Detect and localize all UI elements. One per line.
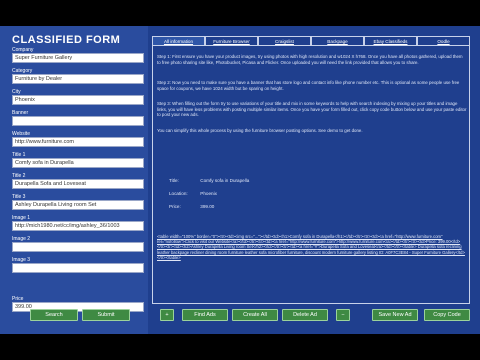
preview-title: Title: Comfy sofa in Durapella (169, 178, 249, 183)
tab-bar: All information Furniture Browser Craigs… (152, 36, 470, 46)
city-field: City Phoenix (12, 89, 144, 105)
form-panel: CLASSIFIED FORM Company Super Furniture … (0, 26, 148, 334)
step2-text: Step 2: Now you need to make sure you ha… (157, 80, 460, 91)
image1-field: Image 1 http://mich1980.net/cc/img/ashle… (12, 215, 144, 231)
website-input[interactable]: http://www.furniture.com (12, 137, 144, 147)
preview-title-value: Comfy sofa in Durapella (200, 178, 250, 183)
tab-backpage[interactable]: Backpage (311, 36, 364, 45)
preview-location-value: Phoenix (200, 191, 217, 196)
title2-input[interactable]: Durapella Sofa and Loveseat (12, 179, 144, 189)
preview-price-value: 399.00 (200, 204, 215, 209)
tip-text: You can simplify this whole process by u… (157, 128, 363, 133)
preview-price: Price: 399.00 (169, 204, 214, 209)
tab-all-information[interactable]: All information (152, 36, 205, 45)
title2-field: Title 2 Durapella Sofa and Loveseat (12, 173, 144, 189)
app-window: CLASSIFIED FORM Company Super Furniture … (0, 26, 480, 334)
category-input[interactable]: Furniture by Dealer (12, 74, 144, 84)
save-new-ad-button[interactable]: Save New Ad (372, 309, 418, 321)
find-ads-button[interactable]: Find Ads (182, 309, 228, 321)
search-button[interactable]: Search (30, 309, 78, 321)
website-field: Website http://www.furniture.com (12, 131, 144, 147)
preview-title-label: Title: (169, 178, 179, 183)
image1-input[interactable]: http://mich1980.net/cc/img/ashley_36/100… (12, 221, 144, 231)
tab-content: Step 1: First ensure you have your produ… (152, 46, 470, 304)
company-field: Company Super Furniture Gallery (12, 47, 144, 63)
tab-craigslist[interactable]: Craigslist (258, 36, 311, 45)
copy-code-button[interactable]: Copy Code (424, 309, 470, 321)
title1-input[interactable]: Comfy sofa in Durapella (12, 158, 144, 168)
tab-ebay-classifieds[interactable]: Ebay Classifieds (364, 36, 417, 45)
step1-text: Step 1: First ensure you have your produ… (157, 54, 463, 65)
tab-oodle[interactable]: Oodle (417, 36, 470, 45)
company-input[interactable]: Super Furniture Gallery (12, 53, 144, 63)
image2-input[interactable] (12, 242, 144, 252)
category-field: Category Furniture by Dealer (12, 68, 144, 84)
remove-record-button[interactable]: − (336, 309, 350, 321)
generated-code[interactable]: <table width="100%" border="0"><tr><td><… (157, 234, 467, 260)
preview-location-label: Location: (169, 191, 188, 196)
tab-furniture-browser[interactable]: Furniture Browser (205, 36, 258, 45)
create-all-button[interactable]: Create All (232, 309, 278, 321)
step3-text: Step 3: When filling out the form try to… (157, 101, 467, 118)
title1-field: Title 1 Comfy sofa in Durapella (12, 152, 144, 168)
title3-input[interactable]: Ashley Durapella Living room Set (12, 200, 144, 210)
preview-price-label: Price: (169, 204, 181, 209)
image3-field: Image 3 (12, 257, 144, 273)
output-panel: All information Furniture Browser Craigs… (152, 30, 472, 306)
image2-field: Image 2 (12, 236, 144, 252)
preview-location: Location: Phoenix (169, 191, 217, 196)
submit-button[interactable]: Submit (82, 309, 130, 321)
title3-field: Title 3 Ashley Durapella Living room Set (12, 194, 144, 210)
banner-field: Banner (12, 110, 144, 126)
image3-input[interactable] (12, 263, 144, 273)
app-title: CLASSIFIED FORM (12, 34, 121, 46)
add-record-button[interactable]: + (160, 309, 174, 321)
city-input[interactable]: Phoenix (12, 95, 144, 105)
delete-ad-button[interactable]: Delete Ad (282, 309, 328, 321)
banner-input[interactable] (12, 116, 144, 126)
